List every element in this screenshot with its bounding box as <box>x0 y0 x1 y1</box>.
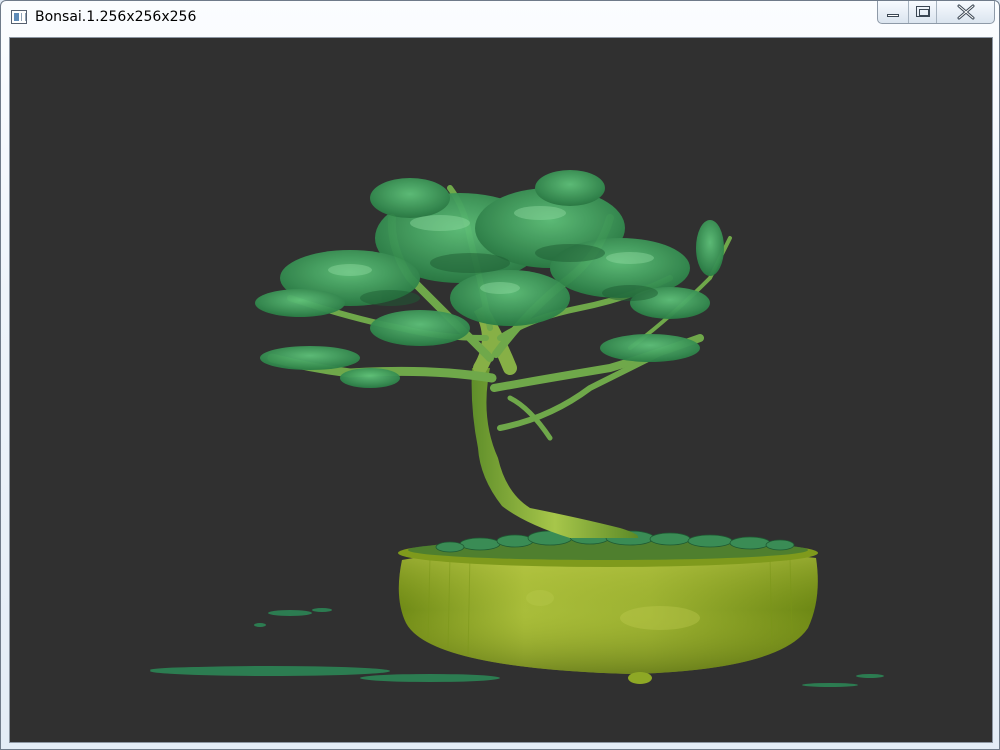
caption-buttons <box>877 1 995 24</box>
application-window: Bonsai.1.256x256x256 <box>0 0 1000 750</box>
window-title: Bonsai.1.256x256x256 <box>35 9 197 25</box>
minimize-button[interactable] <box>878 1 908 23</box>
title-bar[interactable]: Bonsai.1.256x256x256 <box>1 1 999 35</box>
close-button[interactable] <box>936 1 994 23</box>
minimize-icon <box>887 14 899 17</box>
close-icon <box>957 4 975 20</box>
render-viewport[interactable] <box>9 37 993 743</box>
volume-render-canvas[interactable] <box>10 38 993 743</box>
maximize-button[interactable] <box>908 1 936 23</box>
bonsai-pot <box>398 539 818 684</box>
app-window-icon[interactable] <box>11 10 27 24</box>
maximize-icon <box>916 6 930 17</box>
